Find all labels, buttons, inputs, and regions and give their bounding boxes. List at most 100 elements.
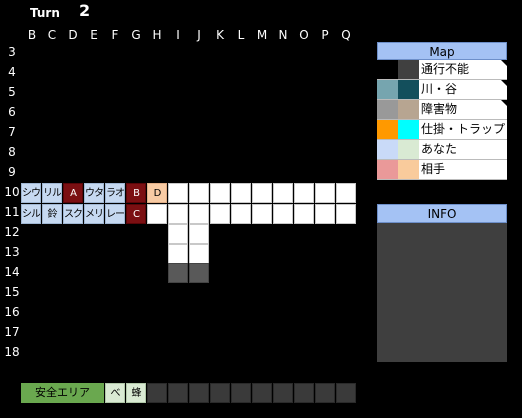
- legend-label: あなた: [421, 142, 458, 156]
- map-cell[interactable]: [210, 183, 230, 203]
- map-cell[interactable]: [336, 183, 356, 203]
- map-cell[interactable]: [168, 183, 188, 203]
- safe-area-slot[interactable]: [294, 383, 314, 403]
- safe-area-slot[interactable]: [189, 383, 209, 403]
- column-label: B: [27, 28, 37, 42]
- map-cell[interactable]: [189, 204, 209, 224]
- map-cell[interactable]: [294, 183, 314, 203]
- safe-area-label: 安全エリア: [21, 383, 104, 403]
- turn-counter: 2: [79, 1, 91, 20]
- map-cell[interactable]: [189, 244, 209, 264]
- column-label: N: [278, 28, 288, 42]
- legend-swatch: [377, 120, 398, 139]
- column-label: G: [131, 28, 141, 42]
- safe-area-slot[interactable]: [336, 383, 356, 403]
- row-label: 8: [8, 145, 16, 159]
- column-label: C: [47, 28, 57, 42]
- safe-area-slot[interactable]: [147, 383, 167, 403]
- map-cell[interactable]: [168, 263, 188, 283]
- column-label: L: [237, 28, 245, 42]
- map-cell[interactable]: [252, 204, 272, 224]
- legend-swatch: [377, 80, 398, 99]
- unit-cell-ally[interactable]: リル: [42, 183, 62, 203]
- map-cell[interactable]: [231, 204, 251, 224]
- row-label: 15: [4, 285, 20, 299]
- unit-cell-enemy[interactable]: D: [147, 183, 167, 203]
- safe-area-slot[interactable]: [168, 383, 188, 403]
- map-cell[interactable]: [168, 224, 188, 244]
- map-cell[interactable]: [315, 183, 335, 203]
- legend-swatch: [377, 100, 398, 119]
- info-panel: INFO: [377, 204, 507, 362]
- column-label: P: [321, 28, 329, 42]
- map-legend: Map 通行不能 川・谷 障害物 仕掛・トラップ あなた 相手: [377, 42, 507, 180]
- safe-area-slot[interactable]: [210, 383, 230, 403]
- map-cell[interactable]: [315, 204, 335, 224]
- legend-label: 川・谷: [421, 82, 458, 96]
- map-cell[interactable]: [231, 183, 251, 203]
- safe-area-slot[interactable]: [315, 383, 335, 403]
- row-label: 10: [4, 185, 20, 199]
- legend-swatch: [398, 60, 419, 79]
- legend-swatch: [377, 60, 398, 79]
- column-label: Q: [341, 28, 351, 42]
- legend-swatch: [398, 140, 419, 159]
- legend-swatch: [398, 100, 419, 119]
- map-cell[interactable]: [210, 204, 230, 224]
- comment-marker-icon: [501, 100, 507, 106]
- safe-area-slot[interactable]: [231, 383, 251, 403]
- row-label: 18: [4, 345, 20, 359]
- unit-cell-enemy[interactable]: A: [63, 183, 83, 203]
- row-label: 11: [4, 205, 20, 219]
- row-label: 7: [8, 125, 16, 139]
- map-cell[interactable]: [273, 204, 293, 224]
- unit-cell-ally[interactable]: シル: [21, 204, 41, 224]
- map-cell[interactable]: [252, 183, 272, 203]
- map-cell[interactable]: [189, 183, 209, 203]
- legend-item: あなた: [377, 140, 507, 160]
- game-board-screen: Turn 2 B C D E F G H I J K L M N O P Q 3…: [0, 0, 522, 418]
- info-title: INFO: [377, 204, 507, 223]
- legend-label: 仕掛・トラップ: [421, 122, 506, 136]
- legend-item: 障害物: [377, 100, 507, 120]
- map-cell[interactable]: [294, 204, 314, 224]
- map-cell[interactable]: [189, 224, 209, 244]
- legend-swatch: [398, 120, 419, 139]
- legend-swatch: [377, 160, 398, 179]
- unit-cell-ally[interactable]: ウタ: [84, 183, 104, 203]
- unit-cell-ally[interactable]: 鈴: [42, 204, 62, 224]
- column-label: M: [256, 28, 268, 42]
- map-cell[interactable]: [147, 204, 167, 224]
- column-label: D: [68, 28, 78, 42]
- column-label: K: [216, 28, 224, 42]
- unit-cell-ally[interactable]: シウ: [21, 183, 41, 203]
- map-cell[interactable]: [189, 263, 209, 283]
- unit-cell-ally[interactable]: レー: [105, 204, 125, 224]
- row-label: 3: [8, 45, 16, 59]
- column-label: E: [90, 28, 98, 42]
- safe-area-slot[interactable]: 蜂: [126, 383, 146, 403]
- legend-swatch: [377, 140, 398, 159]
- safe-area-slot[interactable]: [273, 383, 293, 403]
- safe-area-slot[interactable]: [252, 383, 272, 403]
- map-cell[interactable]: [168, 204, 188, 224]
- row-label: 6: [8, 105, 16, 119]
- map-cell[interactable]: [273, 183, 293, 203]
- unit-cell-ally[interactable]: スク: [63, 204, 83, 224]
- legend-item: 仕掛・トラップ: [377, 120, 507, 140]
- column-label: I: [176, 28, 180, 42]
- safe-area-slot[interactable]: べ: [105, 383, 125, 403]
- row-label: 4: [8, 65, 16, 79]
- unit-cell-ally[interactable]: メリ: [84, 204, 104, 224]
- unit-cell-enemy[interactable]: B: [126, 183, 146, 203]
- comment-marker-icon: [501, 60, 507, 66]
- legend-item: 通行不能: [377, 60, 507, 80]
- unit-cell-ally[interactable]: ラオ: [105, 183, 125, 203]
- map-cell[interactable]: [336, 204, 356, 224]
- row-label: 13: [4, 245, 20, 259]
- row-label: 14: [4, 265, 20, 279]
- map-cell[interactable]: [168, 244, 188, 264]
- unit-cell-enemy[interactable]: C: [126, 204, 146, 224]
- legend-label: 相手: [421, 162, 446, 176]
- legend-item: 川・谷: [377, 80, 507, 100]
